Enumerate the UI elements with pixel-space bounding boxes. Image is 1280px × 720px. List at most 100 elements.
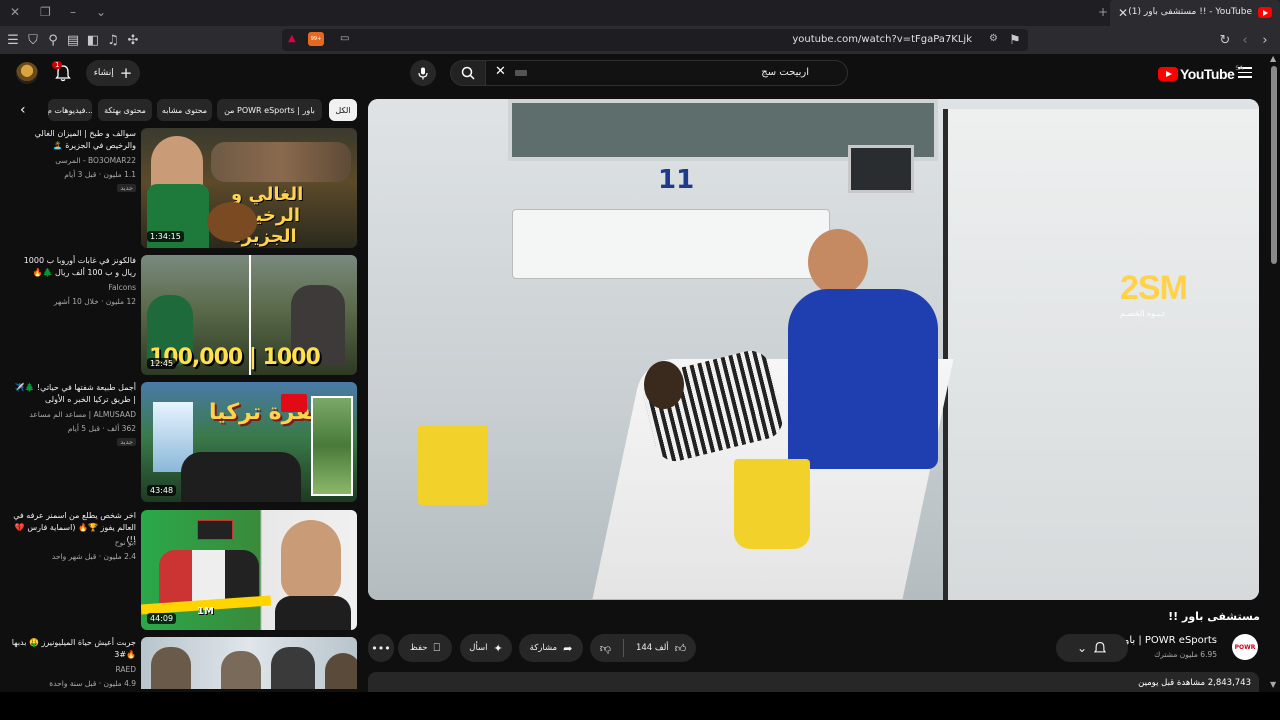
minimize-window-icon[interactable]: – — [70, 5, 76, 19]
reload-icon[interactable]: ↻ — [1216, 31, 1234, 49]
tab-youtube[interactable]: ✕ (1) مستشفى باور !! - YouTube — [1110, 0, 1280, 26]
ask-button[interactable]: اسأل ✦ — [460, 634, 512, 662]
music-icon[interactable]: ♫ — [104, 31, 122, 49]
account-avatar[interactable] — [16, 62, 38, 84]
chip-from-channel[interactable]: من POWR eSports | باور — [217, 99, 322, 121]
youtube-logo[interactable]: YouTube SA — [1158, 64, 1244, 82]
video-patient-head — [644, 361, 684, 409]
youtube-header: YouTube SA اربيحت سج ✕ إنشاء + 1 — [0, 54, 1268, 98]
recommendation-item[interactable]: سفرة تركيا 43:48 أجمل طبيعة شفتها في حيا… — [0, 382, 360, 502]
bookmark-icon: ⎕ — [433, 641, 441, 654]
like-count[interactable]: 144 ألف — [636, 643, 669, 653]
site-settings-icon[interactable]: ⚙ — [989, 33, 998, 44]
video-duration: 1:34:15 — [147, 231, 184, 242]
new-badge: جديد — [117, 184, 136, 192]
video-duration: 43:48 — [147, 485, 177, 496]
scrollbar-thumb[interactable] — [1271, 66, 1277, 264]
close-window-icon[interactable]: ✕ — [10, 5, 20, 19]
scroll-up-icon[interactable]: ▲ — [1270, 54, 1276, 63]
back-icon[interactable]: ‹ — [1236, 31, 1254, 49]
page-scrollbar[interactable]: ▲ ▼ — [1268, 54, 1280, 692]
more-icon: ••• — [371, 641, 391, 655]
video-watermark: 2SM — [1120, 269, 1188, 307]
channel-name-main[interactable]: POWR eSports | باور — [1120, 635, 1217, 646]
video-title[interactable]: فالكونز في غابات أوروبا ب 1000 ريال و ب … — [10, 255, 136, 279]
logo-country: SA — [1235, 64, 1244, 72]
extensions-icon[interactable]: ✣ — [124, 31, 142, 49]
bottom-strip — [0, 692, 1280, 720]
ask-label: اسأل — [469, 643, 488, 653]
url-text[interactable]: youtube.com/watch?v=tFgaPa7KLjk — [792, 34, 972, 45]
like-icon[interactable]: 👍︎ — [675, 642, 687, 655]
video-glass-wall — [943, 109, 1259, 600]
recommendation-item[interactable]: الغالي و الرخيص الجزيرة 1:34:15 سوالف و … — [0, 128, 360, 248]
video-meta: 12 مليون · خلال 10 أشهر — [53, 297, 136, 306]
notifications-button[interactable]: 1 — [52, 61, 74, 84]
search-value: اربيحت سج — [761, 67, 809, 78]
description-box[interactable]: 2,843,743 مشاهدة قبل يومين — [368, 672, 1259, 692]
brave-rewards-icon[interactable]: ▲ — [288, 33, 296, 44]
video-watermark-sub: تـبـوه الخصـم — [1120, 309, 1165, 318]
bookmark-icon[interactable]: ⚑ — [1006, 31, 1024, 49]
create-button[interactable]: إنشاء + — [86, 60, 140, 86]
chevron-left-icon[interactable]: ‹ — [20, 102, 26, 118]
new-badge: جديد — [117, 438, 136, 446]
video-title[interactable]: سوالف و طبخ | الميزان الغالي والرخيص في … — [10, 128, 136, 152]
search-button[interactable] — [450, 60, 486, 86]
keyboard-icon[interactable] — [515, 70, 527, 76]
channel-avatar[interactable]: POWR — [1232, 634, 1258, 660]
menu-icon[interactable]: ☰ — [4, 31, 22, 49]
channel-name[interactable]: RAED — [10, 665, 136, 674]
restore-window-icon[interactable]: ❐ — [40, 5, 51, 19]
youtube-play-icon — [1158, 67, 1178, 81]
shield-icon[interactable]: ⛉ — [24, 31, 42, 49]
close-tab-icon[interactable]: ✕ — [1118, 6, 1128, 20]
channel-name[interactable]: ALMUSAAD | مساعد الم مساعد — [10, 410, 136, 419]
channel-name[interactable]: ابو نوح — [10, 538, 136, 547]
new-tab-icon[interactable]: + — [1098, 5, 1108, 19]
search-input[interactable]: اربيحت سج ✕ — [484, 60, 848, 86]
dislike-icon[interactable]: 👎︎ — [600, 642, 611, 655]
chip-other-videos[interactable]: فيديوهات م... — [48, 99, 92, 121]
sidebar-icon[interactable]: ◧ — [84, 31, 102, 49]
video-thumbnail[interactable]: 1M 44:09 — [141, 510, 357, 630]
video-doctor — [788, 289, 938, 469]
channel-name[interactable]: Falcons — [10, 283, 136, 292]
video-thumbnail[interactable]: 100,000 | 1000 12:45 — [141, 255, 357, 375]
forward-icon[interactable]: › — [1256, 31, 1274, 49]
tab-list-chevron-icon[interactable]: ⌄ — [96, 5, 106, 19]
reader-icon[interactable]: ▤ — [64, 31, 82, 49]
scroll-down-icon[interactable]: ▼ — [1270, 680, 1276, 689]
chip-all[interactable]: الكل — [329, 99, 357, 121]
video-thumbnail[interactable]: الغالي و الرخيص الجزيرة 1:34:15 — [141, 128, 357, 248]
video-title[interactable]: أجمل طبيعة شفتها في حياتي! 🌲✈️ | طريق تر… — [10, 382, 136, 406]
thumbnail-group — [211, 142, 351, 182]
share-icon: ➦ — [563, 641, 573, 655]
recommendation-item[interactable]: 100,000 | 1000 12:45 فالكونز في غابات أو… — [0, 255, 360, 375]
thumbnail-person — [325, 653, 357, 689]
pin-icon[interactable]: ⚲ — [44, 31, 62, 49]
address-bar[interactable]: ▲ 99+ ▭ youtube.com/watch?v=tFgaPa7KLjk … — [282, 29, 1028, 51]
video-monitor — [848, 145, 914, 193]
screen-cast-icon[interactable]: ▭ — [340, 33, 349, 44]
thumbnail-shirt — [275, 596, 351, 630]
subscribed-button[interactable]: ⌄ — [1056, 634, 1128, 662]
recommendation-item[interactable]: 1M 44:09 اخر شخص يطلع من اسمنر عرفه في ا… — [0, 510, 360, 630]
video-thumbnail[interactable] — [141, 637, 357, 689]
recommendation-item[interactable]: جربت أعيش حياة الميليونيرز 🤑 بدبها 🔥#3 R… — [0, 637, 360, 689]
brave-shield-icon[interactable]: 99+ — [308, 32, 324, 46]
chip-recently-uploaded[interactable]: محتوى بهتكة — [98, 99, 152, 121]
plus-icon: + — [119, 63, 133, 82]
voice-search-button[interactable] — [410, 60, 436, 86]
video-player[interactable]: 11 2SM تـبـوه الخصـم — [368, 99, 1259, 600]
like-dislike-group: 👎︎ 144 ألف 👍︎ — [590, 634, 696, 662]
video-thumbnail[interactable]: سفرة تركيا 43:48 — [141, 382, 357, 502]
channel-name[interactable]: BO3OMAR22 - المرسى — [10, 156, 136, 165]
video-title[interactable]: جربت أعيش حياة الميليونيرز 🤑 بدبها 🔥#3 — [10, 637, 136, 661]
share-button[interactable]: مشاركة ➦ — [519, 634, 583, 662]
thumbnail-sign — [197, 520, 233, 540]
chip-related[interactable]: محتوى مشابه — [157, 99, 212, 121]
save-button[interactable]: حفظ ⎕ — [398, 634, 452, 662]
more-actions-button[interactable]: ••• — [368, 634, 394, 662]
clear-search-icon[interactable]: ✕ — [495, 64, 506, 79]
